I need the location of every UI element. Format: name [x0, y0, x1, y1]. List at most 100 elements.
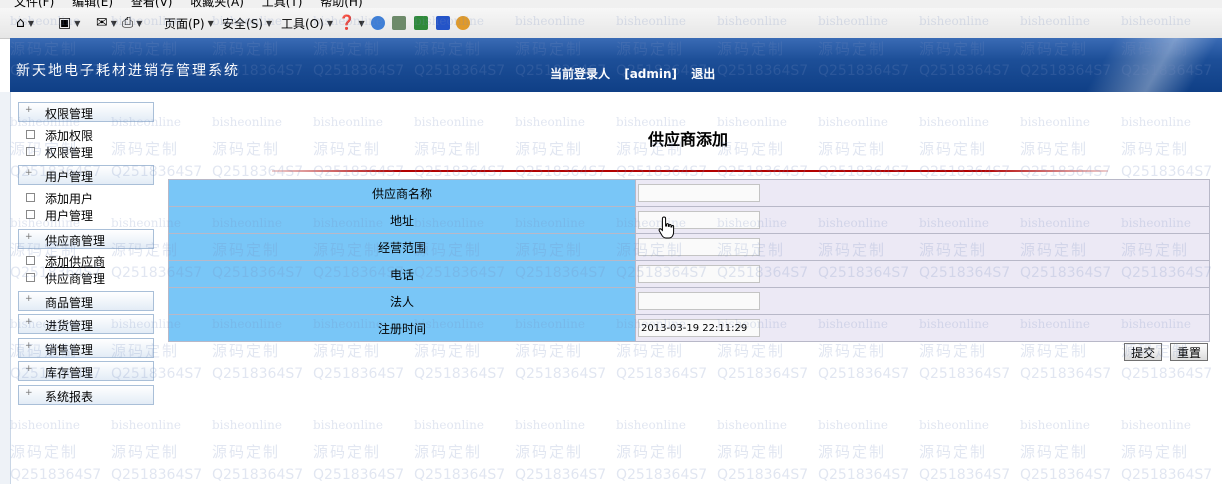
expand-icon: +: [25, 232, 33, 242]
watermark-text: Q2518364S7: [717, 164, 809, 180]
field-label: 注册时间: [168, 314, 636, 342]
sidebar-group-label: 销售管理: [45, 343, 94, 357]
watermark-text: 源码定制: [111, 140, 180, 158]
watermark-text: bisheonline: [414, 418, 484, 432]
watermark-text: bisheonline: [1020, 418, 1090, 432]
watermark-text: Q2518364S7: [111, 467, 203, 483]
hand-cursor-icon: [658, 216, 675, 239]
home-button[interactable]: ⌂ ▼: [16, 14, 34, 32]
watermark-text: 源码定制: [212, 342, 281, 360]
sidebar-group-permission[interactable]: + 权限管理: [18, 102, 154, 122]
watermark-text: Q2518364S7: [414, 467, 506, 483]
submit-button[interactable]: 提交: [1124, 343, 1163, 361]
sidebar-group-label: 用户管理: [45, 170, 94, 184]
address-input[interactable]: [638, 211, 760, 229]
feeds-button[interactable]: ▣ ▼: [58, 14, 80, 32]
watermark-text: Q2518364S7: [616, 467, 708, 483]
print-button[interactable]: ⎙ ▼: [122, 14, 142, 32]
browser-menu-bar: 文件(F) 编辑(E) 查看(V) 收藏夹(A) 工具(T) 帮助(H): [0, 0, 1222, 8]
watermark-text: 源码定制: [818, 443, 887, 461]
form-row-address: 地址: [168, 206, 1210, 234]
field-label: 供应商名称: [168, 179, 636, 207]
watermark-text: 源码定制: [313, 443, 382, 461]
watermark-row: 源码定制 源码定制 源码定制 源码定制 源码定制 源码定制 源码定制 源码定制 源码定制 源码定制…: [10, 138, 1222, 159]
watermark-text: Q2518364S7: [1020, 164, 1112, 180]
watermark-text: bisheonline: [414, 115, 484, 129]
sidebar-group-inventory[interactable]: + 库存管理: [18, 361, 154, 381]
tools-menu-button[interactable]: 工具(O) ▼: [281, 14, 333, 32]
watermark-text: Q2518364S7: [414, 366, 506, 382]
chevron-down-icon: ▼: [74, 18, 81, 28]
sidebar-group-label: 权限管理: [45, 107, 94, 121]
sidebar-group-product[interactable]: + 商品管理: [18, 291, 154, 311]
watermark-text: 源码定制: [818, 342, 887, 360]
supplier-name-input[interactable]: [638, 184, 760, 202]
watermark-text: 源码定制: [1121, 140, 1190, 158]
field-label: 电话: [168, 260, 636, 288]
login-info: 当前登录人 [admin] 退出: [550, 65, 725, 82]
watermark-text: 源码定制: [717, 443, 786, 461]
phone-input[interactable]: [638, 265, 760, 283]
messenger-icon[interactable]: [371, 16, 385, 30]
chevron-down-icon: ▼: [326, 18, 333, 28]
watermark-text: Q2518364S7: [919, 366, 1011, 382]
watermark-text: Q2518364S7: [414, 164, 506, 180]
home-icon: ⌂: [16, 15, 25, 31]
page-menu-button[interactable]: 页面(P) ▼: [164, 14, 214, 32]
watermark-text: Q2518364S7: [1121, 366, 1213, 382]
watermark-text: Q2518364S7: [919, 467, 1011, 483]
help-icon: ❓: [338, 15, 356, 31]
register-time-input[interactable]: [638, 319, 760, 337]
watermark-text: Q2518364S7: [616, 366, 708, 382]
watermark-text: 源码定制: [1121, 443, 1190, 461]
sidebar-group-supplier[interactable]: + 供应商管理: [18, 229, 154, 249]
watermark-row: Q2518364S7 Q2518364S7 Q2518364S7 Q2518364S7…: [10, 366, 1222, 382]
menu-edit[interactable]: 编辑(E): [72, 0, 113, 8]
extension-icon[interactable]: [456, 16, 470, 30]
menu-help[interactable]: 帮助(H): [320, 0, 362, 8]
mail-button[interactable]: ✉ ▼: [96, 14, 117, 32]
menu-file[interactable]: 文件(F): [14, 0, 54, 8]
current-user: [admin]: [624, 67, 678, 81]
watermark-text: bisheonline: [717, 418, 787, 432]
menu-view[interactable]: 查看(V): [131, 0, 173, 8]
watermark-text: 源码定制: [818, 140, 887, 158]
watermark-text: 源码定制: [717, 140, 786, 158]
research-icon[interactable]: [392, 16, 406, 30]
tree-node-icon: [26, 256, 35, 265]
watermark-row: 源码定制 源码定制 源码定制 源码定制 源码定制 源码定制 源码定制 源码定制 源码定制 源码定制…: [10, 441, 1222, 462]
chevron-down-icon: ▼: [207, 18, 214, 28]
bluetooth-icon[interactable]: [436, 16, 450, 30]
legal-person-input[interactable]: [638, 292, 760, 310]
watermark-text: 源码定制: [616, 342, 685, 360]
sidebar-group-sales[interactable]: + 销售管理: [18, 338, 154, 358]
onenote-icon[interactable]: [414, 16, 428, 30]
sidebar-group-reports[interactable]: + 系统报表: [18, 385, 154, 405]
sidebar-item-label: 添加供应商: [45, 255, 106, 269]
sidebar-group-label: 库存管理: [45, 366, 94, 380]
watermark-text: bisheonline: [919, 418, 989, 432]
watermark-text: Q2518364S7: [1020, 366, 1112, 382]
business-scope-input[interactable]: [638, 238, 760, 256]
watermark-text: bisheonline: [818, 418, 888, 432]
sidebar-group-purchase[interactable]: + 进货管理: [18, 314, 154, 334]
sidebar-item-label: 添加权限: [45, 129, 94, 143]
watermark-row: Q2518364S7 Q2518364S7 Q2518364S7 Q2518364S7…: [10, 164, 1222, 180]
watermark-text: 源码定制: [111, 443, 180, 461]
menu-favorites[interactable]: 收藏夹(A): [190, 0, 244, 8]
tree-node-icon: [26, 210, 35, 219]
form-actions: 提交 重置: [1120, 343, 1208, 361]
logout-link[interactable]: 退出: [691, 67, 715, 81]
browser-command-bar: ⌂ ▼ ▣ ▼ ✉ ▼ ⎙ ▼ 页面(P) ▼ 安全(S) ▼ 工具(O) ▼ ❓ ▼: [0, 8, 1222, 39]
expand-icon: +: [25, 168, 33, 178]
reset-button[interactable]: 重置: [1169, 343, 1208, 361]
menu-tools[interactable]: 工具(T): [262, 0, 303, 8]
tools-menu-label: 工具(O): [281, 16, 324, 31]
help-button[interactable]: ❓ ▼: [338, 14, 365, 32]
sidebar-group-user[interactable]: + 用户管理: [18, 165, 154, 185]
print-icon: ⎙: [122, 15, 134, 31]
watermark-text: bisheonline: [212, 418, 282, 432]
tree-node-icon: [26, 130, 35, 139]
watermark-text: Q2518364S7: [919, 164, 1011, 180]
safety-menu-button[interactable]: 安全(S) ▼: [222, 14, 272, 32]
